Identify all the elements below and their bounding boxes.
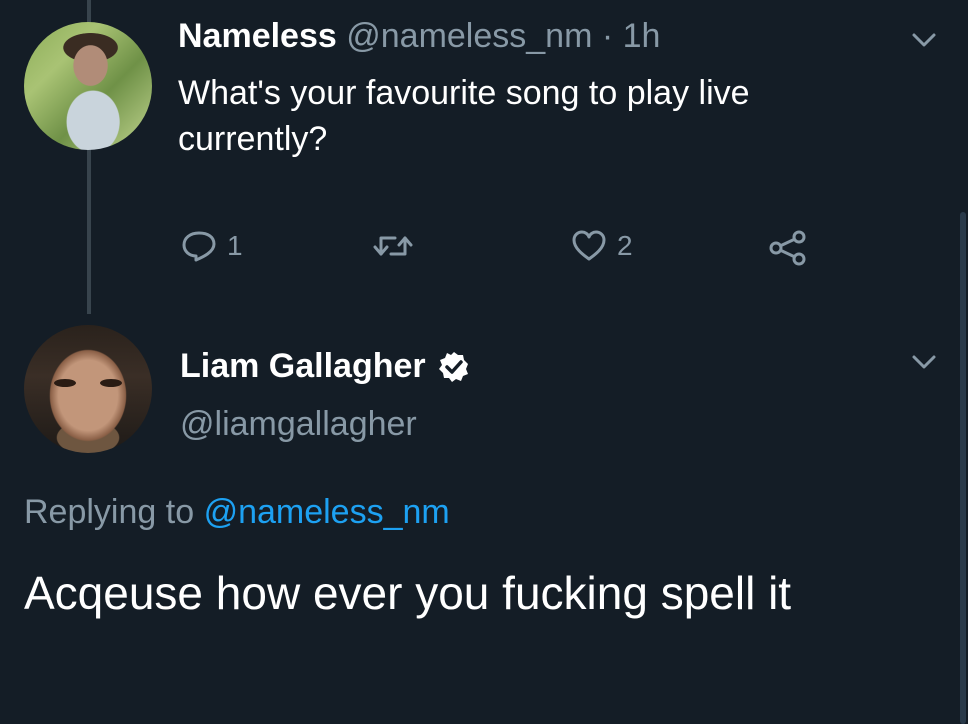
tweet1-header: Nameless @nameless_nm · 1h <box>178 14 660 58</box>
tweet2-author[interactable]: Liam Gallagher <box>180 344 470 388</box>
share-icon <box>768 230 808 266</box>
chevron-down-icon[interactable] <box>910 30 938 50</box>
reply-icon <box>181 230 217 262</box>
reply-button[interactable]: 1 <box>181 230 243 262</box>
verified-badge-icon <box>438 350 470 382</box>
like-button[interactable]: 2 <box>571 230 633 262</box>
share-button[interactable] <box>768 230 808 266</box>
replying-to-mention[interactable]: @nameless_nm <box>204 493 450 531</box>
heart-icon <box>571 230 607 262</box>
avatar-liam-gallagher[interactable] <box>24 325 152 453</box>
tweet1-separator: · <box>601 17 614 55</box>
reply-count: 1 <box>227 230 243 261</box>
replying-prefix: Replying to <box>24 493 195 531</box>
tweet2-author-name[interactable]: Liam Gallagher <box>180 344 426 388</box>
retweet-button[interactable] <box>371 230 425 262</box>
tweet2-text: Acqeuse how ever you fucking spell it <box>24 567 792 619</box>
tweet2-handle[interactable]: @liamgallagher <box>180 402 417 446</box>
tweet1-handle[interactable]: @nameless_nm <box>346 17 592 55</box>
scrollbar[interactable] <box>960 212 966 724</box>
tweet1-text: What's your favourite song to play live … <box>178 74 750 158</box>
replying-to-line: Replying to @nameless_nm <box>24 490 450 534</box>
avatar-nameless[interactable] <box>24 22 152 150</box>
retweet-icon <box>371 230 415 262</box>
like-count: 2 <box>617 230 633 261</box>
chevron-down-icon[interactable] <box>910 352 938 372</box>
tweet1-time[interactable]: 1h <box>623 17 661 55</box>
tweet1-author-name[interactable]: Nameless <box>178 17 337 55</box>
